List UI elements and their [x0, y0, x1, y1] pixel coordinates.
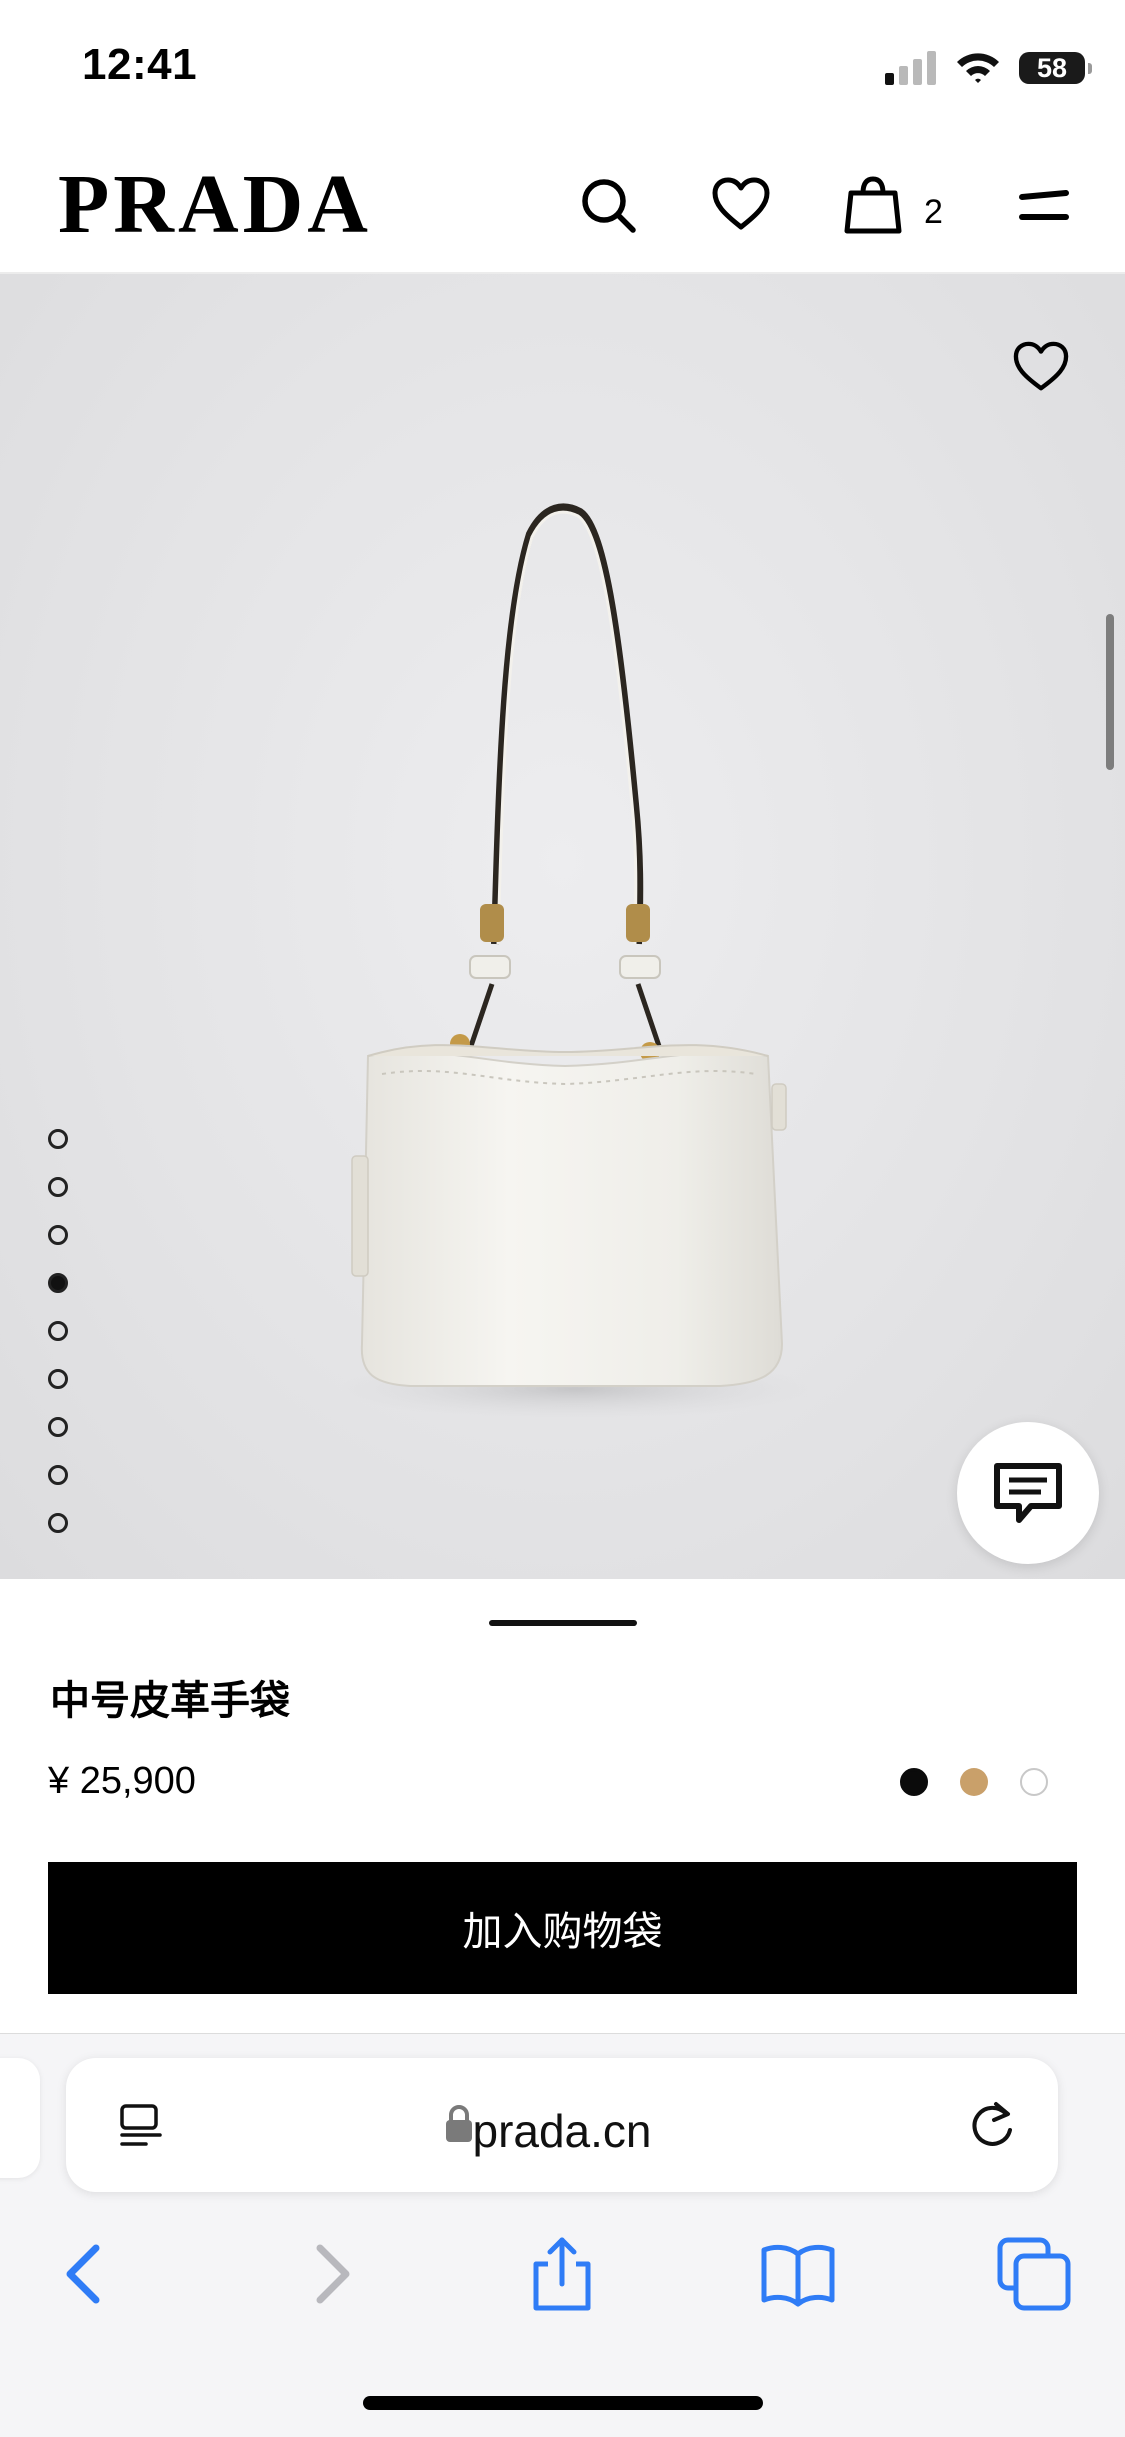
add-to-bag-button[interactable]: 加入购物袋 [48, 1862, 1077, 1994]
wifi-icon [957, 53, 999, 83]
gallery-dot-8[interactable] [48, 1465, 68, 1485]
color-swatch-black[interactable] [900, 1768, 928, 1796]
chat-button[interactable] [957, 1422, 1099, 1564]
battery-level: 58 [1036, 53, 1068, 83]
share-icon[interactable] [522, 2234, 602, 2314]
battery-icon: 58 [1019, 52, 1092, 84]
product-price: ¥ 25,900 [48, 1760, 196, 1802]
gallery-dot-6[interactable] [48, 1369, 68, 1389]
product-image-gallery[interactable] [0, 274, 1125, 1579]
previous-tab-preview[interactable] [0, 2058, 40, 2178]
product-name: 中号皮革手袋 [50, 1678, 290, 1724]
search-icon[interactable] [578, 175, 638, 235]
color-swatch-tan[interactable] [960, 1768, 988, 1796]
shopping-bag-icon[interactable] [843, 175, 903, 235]
forward-icon[interactable] [290, 2234, 370, 2314]
chat-icon [994, 1463, 1062, 1523]
gallery-dot-3[interactable] [48, 1225, 68, 1245]
url-text[interactable]: prada.cn [66, 2104, 1058, 2158]
tabs-icon[interactable] [994, 2234, 1074, 2314]
reload-icon[interactable] [966, 2100, 1018, 2152]
cart-count[interactable]: 2 [924, 193, 943, 232]
sheet-handle[interactable] [489, 1620, 637, 1626]
home-indicator [363, 2396, 763, 2410]
back-icon[interactable] [46, 2234, 126, 2314]
browser-toolbar: prada.cn [0, 2033, 1125, 2437]
menu-icon[interactable] [1014, 175, 1074, 235]
wishlist-heart-icon[interactable] [1012, 340, 1070, 394]
gallery-dot-2[interactable] [48, 1177, 68, 1197]
bookmarks-icon[interactable] [758, 2234, 838, 2314]
status-icons: 58 [885, 46, 1092, 90]
status-time: 12:41 [82, 40, 198, 89]
gallery-dot-9[interactable] [48, 1513, 68, 1533]
address-bar[interactable]: prada.cn [66, 2058, 1058, 2192]
gallery-dot-7[interactable] [48, 1417, 68, 1437]
prada-logo[interactable]: PRADA [58, 160, 372, 250]
gallery-dot-4[interactable] [48, 1273, 68, 1293]
color-swatch-white[interactable] [1020, 1768, 1048, 1796]
heart-icon[interactable] [711, 175, 771, 235]
scroll-indicator [1106, 614, 1114, 770]
cellular-signal-icon [885, 51, 936, 85]
gallery-dot-1[interactable] [48, 1129, 68, 1149]
product-photo [335, 503, 810, 1419]
gallery-dot-5[interactable] [48, 1321, 68, 1341]
